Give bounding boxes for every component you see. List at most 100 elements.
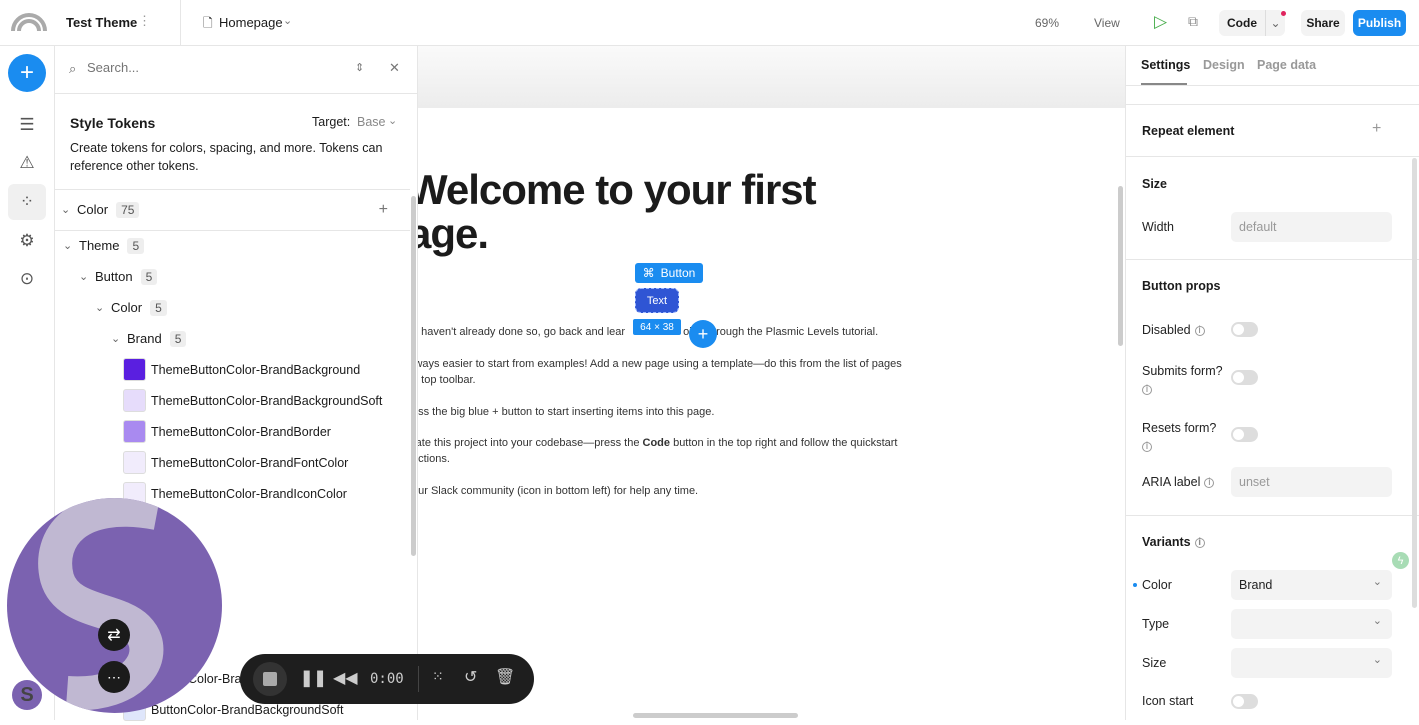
code-button[interactable]: Code [1219, 10, 1265, 36]
size-variant-select[interactable] [1231, 648, 1392, 678]
variants-heading: Variants i [1142, 535, 1205, 549]
project-menu-icon[interactable]: ⋮ [138, 13, 151, 29]
search-input[interactable] [87, 60, 327, 75]
stop-button[interactable] [253, 662, 287, 696]
lightning-icon[interactable]: ϟ [1392, 552, 1409, 569]
add-repeat-plus-icon[interactable]: + [1372, 120, 1381, 138]
expand-collapse-icon[interactable]: ⇕ [355, 61, 364, 74]
divider [1126, 85, 1419, 86]
plasmic-logo-icon[interactable] [9, 10, 49, 32]
paragraph: lways easier to start from examples! Add… [418, 356, 932, 388]
text: uctions. [418, 453, 450, 465]
rewind-icon[interactable]: ◀◀ [333, 668, 358, 688]
page-heading: Welcome to your first age. [418, 168, 817, 256]
switch-camera-icon[interactable]: ⇄ [98, 619, 130, 651]
warning-icon[interactable]: ⚠ [8, 145, 46, 181]
restart-icon[interactable]: ↺ [464, 667, 477, 687]
icon-start-label: Icon start [1142, 694, 1194, 708]
divider [1126, 104, 1419, 105]
page-selector[interactable]: Homepage [219, 15, 283, 30]
tab-design[interactable]: Design [1203, 58, 1245, 72]
play-icon[interactable]: ▷ [1154, 12, 1167, 32]
icon-start-toggle[interactable] [1231, 694, 1258, 709]
paragraph: rate this project into your codebase—pre… [418, 435, 932, 467]
divider [1126, 156, 1419, 157]
scrollbar[interactable] [1118, 186, 1123, 346]
submits-form-label: Submits form? i [1142, 362, 1232, 398]
info-icon[interactable]: i [1142, 441, 1152, 452]
share-button[interactable]: Share [1301, 10, 1345, 36]
text: our Slack community (icon in bottom left… [418, 485, 699, 497]
zoom-selector[interactable]: 69% [1035, 16, 1059, 30]
submits-form-toggle[interactable] [1231, 370, 1258, 385]
color-swatch [123, 451, 146, 474]
token-item[interactable]: ThemeButtonColor-BrandBorder [55, 416, 410, 447]
width-label: Width [1142, 220, 1174, 234]
recording-time: 0:00 [370, 671, 404, 687]
color-variant-label: Color [1142, 578, 1172, 592]
type-variant-select[interactable] [1231, 609, 1392, 639]
design-canvas[interactable]: Welcome to your first age. u haven't alre… [418, 46, 1125, 720]
pause-icon[interactable]: ❚❚ [300, 668, 327, 688]
tokens-icon[interactable]: ⁘ [8, 184, 46, 220]
selection-label[interactable]: ⌘ Button [635, 263, 703, 283]
info-icon[interactable]: i [1204, 477, 1215, 488]
external-link-icon[interactable]: ⧉ [1188, 13, 1198, 30]
info-icon[interactable]: i [1194, 325, 1205, 336]
token-item[interactable]: ThemeButtonColor-BrandBackground [55, 354, 410, 385]
insert-plus-button[interactable]: + [8, 54, 46, 92]
color-swatch [123, 358, 146, 381]
avatar[interactable]: S [12, 680, 42, 710]
insert-plus-button[interactable]: + [689, 320, 717, 348]
info-icon[interactable]: i [1142, 384, 1152, 395]
scrollbar[interactable] [1412, 158, 1417, 608]
add-token-plus-icon[interactable]: + [379, 201, 388, 219]
aria-label-input[interactable]: unset [1231, 467, 1392, 497]
info-icon[interactable]: i [1194, 537, 1205, 548]
disabled-toggle[interactable] [1231, 322, 1258, 337]
group-theme[interactable]: ⌄ Theme 5 [55, 230, 410, 261]
label-text: ARIA label [1142, 475, 1201, 489]
color-swatch [123, 389, 146, 412]
tab-settings[interactable]: Settings [1141, 58, 1190, 72]
scrollbar[interactable] [411, 196, 416, 556]
tab-page-data[interactable]: Page data [1257, 58, 1316, 72]
resets-form-toggle[interactable] [1231, 427, 1258, 442]
more-icon[interactable]: ⊙ [8, 261, 46, 297]
close-icon[interactable]: ✕ [389, 60, 400, 76]
view-menu[interactable]: View [1094, 16, 1120, 30]
paragraph: ess the big blue + button to start inser… [418, 404, 932, 420]
group-color[interactable]: ⌄ Color 75 + [55, 194, 410, 225]
group-brand[interactable]: ⌄ Brand 5 [55, 323, 410, 354]
token-name: ButtonColor-BrandBackgroundSoft [151, 702, 344, 717]
token-item[interactable]: ThemeButtonColor-BrandFontColor [55, 447, 410, 478]
group-label: Color [77, 202, 109, 217]
repeat-element-heading: Repeat element [1142, 124, 1235, 138]
chevron-down-icon: ⌄ [95, 302, 105, 314]
target-selector[interactable]: Base [357, 115, 386, 129]
horizontal-scrollbar[interactable] [633, 713, 798, 718]
trash-icon[interactable]: 🗑 [495, 667, 515, 687]
grid-icon[interactable]: ⁙ [432, 668, 444, 685]
publish-button[interactable]: Publish [1353, 10, 1406, 36]
stop-icon [263, 672, 277, 686]
text: rate this project into your codebase—pre… [418, 437, 643, 449]
group-button-color[interactable]: ⌄ Color 5 [55, 292, 410, 323]
project-name[interactable]: Test Theme [66, 15, 137, 30]
outline-icon[interactable]: ☰ [8, 107, 46, 143]
count-badge: 5 [127, 237, 145, 254]
label-text: Resets form? [1142, 421, 1217, 435]
token-item[interactable]: ThemeButtonColor-BrandBackgroundSoft [55, 385, 410, 416]
divider [180, 0, 181, 46]
width-input[interactable]: default [1231, 212, 1392, 242]
token-name: ThemeButtonColor-BrandIconColor [151, 486, 347, 501]
selected-button-element[interactable]: Text [635, 288, 679, 313]
chevron-down-icon[interactable]: ⌄ [388, 114, 397, 127]
color-variant-select[interactable]: Brand [1231, 570, 1392, 600]
chevron-down-icon: ⌄ [111, 333, 121, 345]
more-options-icon[interactable]: ⋯ [98, 661, 130, 693]
chevron-down-icon[interactable]: ⌄ [283, 14, 292, 27]
group-button[interactable]: ⌄ Button 5 [55, 261, 410, 292]
gear-icon[interactable]: ⚙ [8, 223, 46, 259]
group-label: Button [95, 269, 133, 284]
